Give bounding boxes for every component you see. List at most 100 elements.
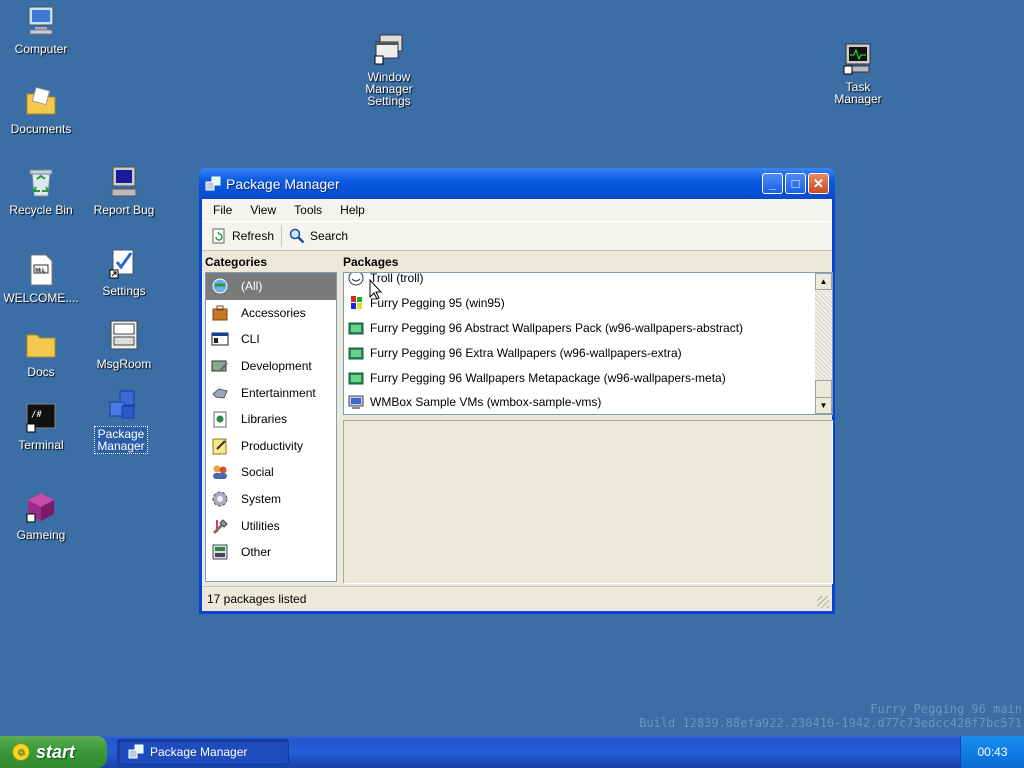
scrollbar-thumb[interactable] bbox=[815, 380, 832, 398]
desktop-label-msgroom: MsgRoom bbox=[96, 357, 152, 371]
category-development[interactable]: Development bbox=[206, 353, 336, 380]
close-button[interactable]: ✕ bbox=[808, 173, 829, 194]
package-label: Furry Pegging 96 Abstract Wallpapers Pac… bbox=[370, 320, 744, 335]
status-text: 17 packages listed bbox=[207, 592, 307, 606]
window-titlebar[interactable]: Package Manager _ □ ✕ bbox=[199, 168, 835, 199]
settings-icon bbox=[107, 246, 141, 280]
window-client: File View Tools Help Refresh Search Cate… bbox=[202, 199, 833, 611]
development-icon bbox=[211, 357, 229, 375]
desktop-label-welcome: WELCOME.... bbox=[3, 291, 79, 305]
category-all[interactable]: (All) bbox=[206, 273, 336, 300]
mouse-cursor-icon bbox=[369, 279, 383, 300]
start-button[interactable]: ☺ start bbox=[0, 736, 107, 768]
scroll-down-button[interactable]: ▼ bbox=[815, 397, 832, 414]
desktop-label-package-manager: Package Manager bbox=[94, 426, 148, 454]
category-label: Utilities bbox=[241, 518, 280, 533]
desktop-label-gameing: Gameing bbox=[16, 528, 66, 542]
refresh-button[interactable]: Refresh bbox=[206, 226, 279, 246]
computer-icon bbox=[24, 4, 58, 38]
desktop-icon-report-bug[interactable]: Report Bug bbox=[84, 165, 164, 217]
menu-file[interactable]: File bbox=[204, 203, 241, 217]
desktop-label-docs: Docs bbox=[27, 365, 55, 379]
menu-help[interactable]: Help bbox=[331, 203, 374, 217]
build-product-line: Furry Pegging 96 main bbox=[870, 702, 1022, 716]
wallpaper-icon bbox=[348, 370, 364, 386]
desktop-label-report-bug: Report Bug bbox=[93, 203, 155, 217]
package-item-wallpapers-extra[interactable]: Furry Pegging 96 Extra Wallpapers (w96-w… bbox=[344, 340, 832, 365]
menu-tools[interactable]: Tools bbox=[285, 203, 331, 217]
search-icon bbox=[289, 228, 305, 244]
menu-view[interactable]: View bbox=[241, 203, 285, 217]
troll-icon bbox=[348, 273, 364, 286]
category-other[interactable]: Other bbox=[206, 539, 336, 566]
cli-icon bbox=[211, 330, 229, 348]
package-manager-icon bbox=[104, 388, 138, 422]
libraries-icon bbox=[211, 410, 229, 428]
recycle-bin-icon bbox=[24, 165, 58, 199]
desktop-label-documents: Documents bbox=[10, 122, 72, 136]
window-title: Package Manager bbox=[226, 175, 340, 192]
start-logo-icon: ☺ bbox=[12, 743, 30, 761]
desktop-label-computer: Computer bbox=[14, 42, 68, 56]
menubar: File View Tools Help bbox=[202, 199, 832, 221]
package-item-troll[interactable]: Troll (troll) bbox=[344, 273, 832, 291]
desktop-icon-gameing[interactable]: Gameing bbox=[1, 490, 81, 542]
desktop-icon-recycle-bin[interactable]: Recycle Bin bbox=[1, 165, 81, 217]
category-social[interactable]: Social bbox=[206, 459, 336, 486]
social-icon bbox=[211, 463, 229, 481]
terminal-icon: /# bbox=[24, 400, 58, 434]
packages-header: Packages bbox=[343, 255, 399, 269]
desktop-icon-documents[interactable]: Documents bbox=[1, 84, 81, 136]
package-manager-task-icon bbox=[128, 744, 144, 760]
package-label: Furry Pegging 95 (win95) bbox=[370, 296, 505, 311]
scrollbar-track[interactable] bbox=[815, 290, 832, 380]
category-accessories[interactable]: Accessories bbox=[206, 300, 336, 327]
packages-scrollbar[interactable]: ▲ ▼ bbox=[815, 273, 832, 414]
category-label: Productivity bbox=[241, 438, 304, 453]
category-label: Accessories bbox=[241, 305, 306, 320]
desktop-icon-msgroom[interactable]: MsgRoom bbox=[84, 319, 164, 371]
clock[interactable]: 00:43 bbox=[977, 745, 1007, 759]
desktop-icon-package-manager[interactable]: Package Manager bbox=[81, 388, 161, 454]
taskbar-item-label: Package Manager bbox=[150, 745, 248, 759]
resize-grip[interactable] bbox=[817, 596, 829, 608]
refresh-icon bbox=[211, 228, 227, 244]
package-item-wmbox-sample-vms[interactable]: WMBox Sample VMs (wmbox-sample-vms) bbox=[344, 390, 832, 414]
category-productivity[interactable]: Productivity bbox=[206, 433, 336, 460]
package-item-wallpapers-meta[interactable]: Furry Pegging 96 Wallpapers Metapackage … bbox=[344, 365, 832, 390]
package-details-panel bbox=[343, 420, 833, 584]
search-button[interactable]: Search bbox=[284, 226, 353, 246]
desktop-icon-task-manager[interactable]: Task Manager bbox=[818, 42, 898, 106]
minimize-button[interactable]: _ bbox=[762, 173, 783, 194]
toolbar-separator bbox=[281, 225, 283, 247]
category-libraries[interactable]: Libraries bbox=[206, 406, 336, 433]
package-item-wallpapers-abstract[interactable]: Furry Pegging 96 Abstract Wallpapers Pac… bbox=[344, 316, 832, 341]
other-icon bbox=[211, 543, 229, 561]
folder-icon bbox=[24, 327, 58, 361]
desktop-icon-settings[interactable]: Settings bbox=[84, 246, 164, 298]
search-label: Search bbox=[310, 229, 349, 243]
categories-list: (All) Accessories CLI Development Entert… bbox=[205, 272, 337, 582]
win95-icon bbox=[348, 295, 364, 311]
accessories-icon bbox=[211, 304, 229, 322]
desktop-icon-terminal[interactable]: /# Terminal bbox=[1, 400, 81, 452]
desktop-icon-docs[interactable]: Docs bbox=[1, 327, 81, 379]
maximize-button[interactable]: □ bbox=[785, 173, 806, 194]
category-entertainment[interactable]: Entertainment bbox=[206, 379, 336, 406]
category-cli[interactable]: CLI bbox=[206, 326, 336, 353]
package-label: Furry Pegging 96 Wallpapers Metapackage … bbox=[370, 370, 726, 385]
taskbar-item-package-manager[interactable]: Package Manager bbox=[117, 739, 289, 765]
system-icon bbox=[211, 490, 229, 508]
category-system[interactable]: System bbox=[206, 486, 336, 513]
desktop-icon-welcome[interactable]: M↓ WELCOME.... bbox=[1, 253, 81, 305]
package-item-win95[interactable]: Furry Pegging 95 (win95) bbox=[344, 291, 832, 316]
scroll-up-button[interactable]: ▲ bbox=[815, 273, 832, 290]
desktop-icon-wm-settings[interactable]: Window Manager Settings bbox=[349, 32, 429, 108]
desktop-icon-computer[interactable]: Computer bbox=[1, 4, 81, 56]
category-label: Libraries bbox=[241, 412, 288, 427]
refresh-label: Refresh bbox=[232, 229, 275, 243]
package-label: Furry Pegging 96 Extra Wallpapers (w96-w… bbox=[370, 345, 682, 360]
packages-list: Troll (troll) Furry Pegging 95 (win95) F… bbox=[343, 272, 833, 415]
category-utilities[interactable]: Utilities bbox=[206, 512, 336, 539]
toolbar: Refresh Search bbox=[202, 221, 832, 251]
